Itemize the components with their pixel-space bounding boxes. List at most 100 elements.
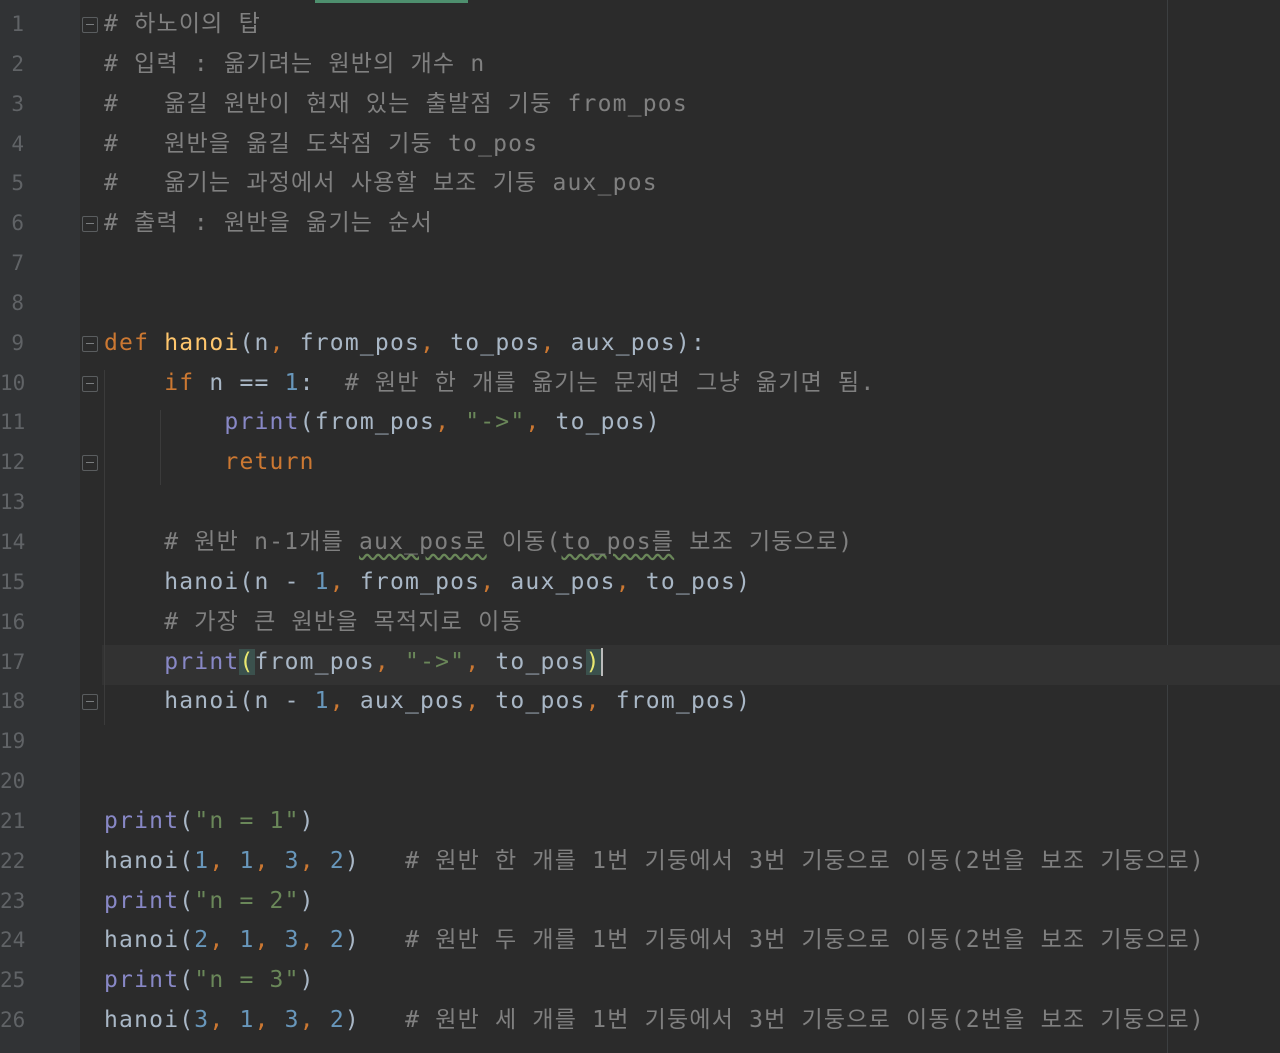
code-line[interactable]: 11 print(from_pos, "->", to_pos) bbox=[0, 403, 1280, 443]
code-token: if bbox=[164, 369, 195, 396]
code-token: , bbox=[480, 568, 496, 595]
line-number: 13 bbox=[0, 490, 26, 515]
code-token: to_pos를 bbox=[561, 528, 675, 555]
code-text: print("n = 3") bbox=[104, 961, 315, 1001]
code-line[interactable]: 9 def hanoi(n, from_pos, to_pos, aux_pos)… bbox=[0, 324, 1280, 364]
code-token: hanoi(n - bbox=[104, 688, 315, 715]
code-line[interactable]: 16 # 가장 큰 원반을 목적지로 이동 bbox=[0, 603, 1280, 643]
code-token: aux_pos로 bbox=[358, 528, 487, 555]
line-number: 24 bbox=[0, 928, 26, 953]
code-line[interactable]: 21 print("n = 1") bbox=[0, 802, 1280, 842]
fold-marker-icon[interactable] bbox=[82, 216, 98, 233]
code-text: if n == 1: # 원반 한 개를 옮기는 문제면 그냥 옮기면 됨. bbox=[104, 364, 875, 404]
code-line[interactable]: 3 # 옮길 원반이 현재 있는 출발점 기둥 from_pos bbox=[0, 85, 1280, 125]
code-token: return bbox=[224, 449, 315, 476]
line-number: 10 bbox=[0, 370, 26, 395]
code-editor[interactable]: 1 # 하노이의 탑 2 # 입력 : 옮기려는 원반의 개수 n 3 # 옮길 원반이 … bbox=[0, 0, 1280, 1053]
line-number: 11 bbox=[0, 410, 26, 435]
code-line[interactable]: 24 hanoi(2, 1, 3, 2) # 원반 두 개를 1번 기둥에서 3번… bbox=[0, 921, 1280, 961]
code-line[interactable]: 1 # 하노이의 탑 bbox=[0, 5, 1280, 45]
code-token: aux_pos bbox=[495, 568, 616, 595]
code-text: # 입력 : 옮기려는 원반의 개수 n bbox=[104, 45, 485, 85]
line-number: 12 bbox=[0, 450, 26, 475]
code-token: 3 bbox=[194, 1007, 210, 1034]
code-token: , bbox=[269, 329, 285, 356]
code-token: from_pos bbox=[284, 329, 421, 356]
code-token: 2 bbox=[329, 1007, 345, 1034]
code-line[interactable]: 2 # 입력 : 옮기려는 원반의 개수 n bbox=[0, 45, 1280, 85]
code-token: to_pos) bbox=[630, 568, 752, 595]
code-line[interactable]: 23 print("n = 2") bbox=[0, 882, 1280, 922]
code-token: # 옮기는 과정에서 사용할 보조 기둥 aux_pos bbox=[104, 170, 658, 197]
code-token: 2 bbox=[329, 927, 345, 954]
code-line[interactable]: 6 # 출력 : 원반을 옮기는 순서 bbox=[0, 204, 1280, 244]
code-line[interactable]: 7 bbox=[0, 244, 1280, 284]
code-text: # 원반 n-1개를 aux_pos로 이동(to_pos를 보조 기둥으로) bbox=[104, 523, 853, 563]
code-token: , bbox=[465, 648, 481, 675]
line-number: 7 bbox=[11, 251, 24, 276]
code-token: def bbox=[104, 329, 150, 356]
code-text: hanoi(2, 1, 3, 2) # 원반 두 개를 1번 기둥에서 3번 기… bbox=[104, 921, 1205, 961]
code-line[interactable]: 13 bbox=[0, 483, 1280, 523]
code-line[interactable]: 4 # 원반을 옮길 도착점 기둥 to_pos bbox=[0, 125, 1280, 165]
code-line[interactable]: 15 hanoi(n - 1, from_pos, aux_pos, to_po… bbox=[0, 563, 1280, 603]
fold-marker-icon[interactable] bbox=[82, 375, 98, 392]
code-line[interactable]: 14 # 원반 n-1개를 aux_pos로 이동(to_pos를 보조 기둥으… bbox=[0, 523, 1280, 563]
code-token: 2 bbox=[194, 927, 210, 954]
code-token: : bbox=[299, 369, 345, 396]
fold-marker-icon[interactable] bbox=[82, 335, 98, 352]
code-token: ) bbox=[344, 847, 406, 874]
code-line[interactable]: 25 print("n = 3") bbox=[0, 961, 1280, 1001]
code-token: , bbox=[525, 409, 541, 436]
code-token: hanoi( bbox=[104, 847, 195, 874]
code-token: 3 bbox=[284, 1007, 300, 1034]
code-token: ) bbox=[585, 648, 601, 675]
code-token: , bbox=[585, 688, 601, 715]
code-token: hanoi(n - bbox=[104, 568, 315, 595]
code-token: print bbox=[224, 409, 300, 436]
line-number: 23 bbox=[0, 888, 26, 913]
code-line[interactable]: 20 bbox=[0, 762, 1280, 802]
line-number: 21 bbox=[0, 808, 26, 833]
code-line[interactable]: 12 return bbox=[0, 443, 1280, 483]
code-line[interactable]: 18 hanoi(n - 1, aux_pos, to_pos, from_po… bbox=[0, 682, 1280, 722]
line-number: 25 bbox=[0, 968, 26, 993]
line-number: 18 bbox=[0, 689, 26, 714]
code-line[interactable]: 10 if n == 1: # 원반 한 개를 옮기는 문제면 그냥 옮기면 됨… bbox=[0, 364, 1280, 404]
code-text: return bbox=[104, 443, 315, 483]
code-token: , bbox=[374, 648, 390, 675]
code-token: # 출력 : 원반을 옮기는 순서 bbox=[104, 210, 433, 237]
line-number: 5 bbox=[11, 171, 24, 196]
code-token: # 하노이의 탑 bbox=[104, 11, 261, 37]
code-token: , bbox=[299, 847, 315, 874]
code-token: aux_pos bbox=[344, 688, 466, 715]
fold-marker-icon[interactable] bbox=[82, 17, 98, 33]
code-text: # 옮기는 과정에서 사용할 보조 기둥 aux_pos bbox=[104, 164, 658, 204]
code-token: ) bbox=[299, 967, 315, 994]
code-line[interactable]: 22 hanoi(1, 1, 3, 2) # 원반 한 개를 1번 기둥에서 3번… bbox=[0, 842, 1280, 882]
code-line[interactable]: 26 hanoi(3, 1, 3, 2) # 원반 세 개를 1번 기둥에서 3번… bbox=[0, 1001, 1280, 1041]
code-token: , bbox=[329, 568, 345, 595]
code-token: 1 bbox=[314, 568, 330, 595]
code-token: , bbox=[254, 927, 270, 954]
fold-marker-icon[interactable] bbox=[82, 694, 98, 711]
line-number: 20 bbox=[0, 769, 26, 794]
fold-marker-icon[interactable] bbox=[82, 455, 98, 472]
code-line[interactable]: 8 bbox=[0, 284, 1280, 324]
code-token: print bbox=[164, 648, 240, 675]
code-line[interactable]: 17 print(from_pos, "->", to_pos) bbox=[0, 643, 1280, 683]
code-token: ) bbox=[299, 887, 315, 914]
code-line[interactable]: 19 bbox=[0, 722, 1280, 762]
code-token: # 원반 n-1개를 bbox=[164, 528, 359, 555]
code-line[interactable]: 5 # 옮기는 과정에서 사용할 보조 기둥 aux_pos bbox=[0, 164, 1280, 204]
